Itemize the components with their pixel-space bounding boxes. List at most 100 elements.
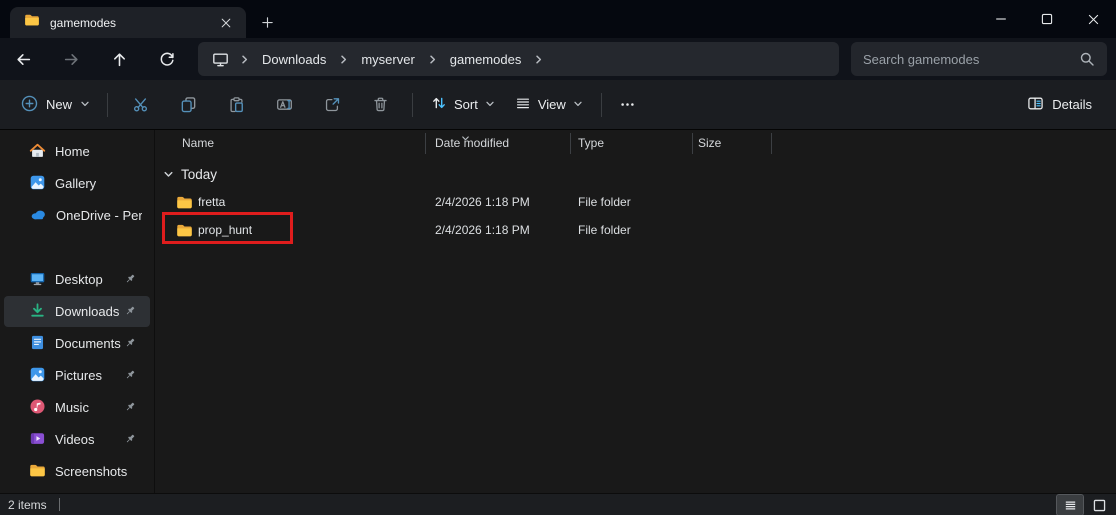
share-button[interactable] bbox=[312, 88, 352, 122]
minimize-button[interactable] bbox=[978, 0, 1024, 38]
pin-icon bbox=[123, 400, 137, 417]
chevron-down-icon bbox=[573, 97, 583, 112]
pin-icon bbox=[123, 304, 137, 321]
pin-icon bbox=[123, 272, 137, 289]
delete-button[interactable] bbox=[360, 88, 400, 122]
details-view-toggle[interactable] bbox=[1056, 494, 1084, 515]
documents-icon bbox=[29, 334, 46, 354]
group-label: Today bbox=[181, 166, 218, 182]
view-toggles bbox=[1056, 494, 1112, 515]
view-button-label: View bbox=[537, 97, 566, 112]
maximize-button[interactable] bbox=[1024, 0, 1070, 38]
sidebar-item-documents[interactable]: Documents bbox=[4, 328, 150, 359]
breadcrumb-myserver[interactable]: myserver bbox=[353, 48, 422, 71]
chevron-down-icon[interactable] bbox=[163, 169, 174, 180]
thumbnails-view-toggle[interactable] bbox=[1086, 495, 1112, 515]
sidebar-item-label: Documents bbox=[55, 336, 121, 351]
items-count: 2 items bbox=[8, 497, 47, 512]
chevron-down-icon bbox=[80, 97, 90, 112]
group-header-today[interactable]: Today bbox=[156, 162, 217, 186]
view-lines-icon bbox=[515, 95, 531, 114]
cut-button[interactable] bbox=[120, 88, 160, 122]
new-tab-button[interactable] bbox=[254, 9, 280, 35]
search-icon[interactable] bbox=[1079, 51, 1095, 67]
plus-circle-icon bbox=[21, 95, 38, 115]
new-button-label: New bbox=[46, 97, 73, 112]
sidebar-item-label: Desktop bbox=[55, 272, 103, 287]
tab-close-icon[interactable] bbox=[214, 12, 238, 34]
window-controls bbox=[978, 0, 1116, 38]
sidebar-item-label: Gallery bbox=[55, 176, 97, 191]
music-icon bbox=[29, 398, 46, 418]
file-row-prop-hunt[interactable]: prop_hunt 2/4/2026 1:18 PM File folder bbox=[156, 216, 1116, 244]
sort-button[interactable]: Sort bbox=[421, 88, 505, 121]
sidebar-item-label: Music bbox=[55, 400, 89, 415]
sort-direction-icon bbox=[461, 130, 470, 148]
back-button[interactable] bbox=[6, 42, 40, 76]
column-divider[interactable] bbox=[570, 133, 571, 154]
navigation-bar: Downloads myserver gamemodes bbox=[0, 38, 1116, 80]
file-date-modified: 2/4/2026 1:18 PM bbox=[435, 195, 530, 209]
file-name[interactable]: fretta bbox=[198, 188, 225, 216]
more-options-button[interactable] bbox=[610, 88, 646, 122]
command-toolbar: New Sort View Details bbox=[0, 80, 1116, 130]
toolbar-divider bbox=[600, 92, 602, 117]
tab-gamemodes[interactable]: gamemodes bbox=[10, 7, 246, 38]
sidebar-item-label: Downloads bbox=[55, 304, 120, 319]
column-header-size[interactable]: Size bbox=[698, 130, 721, 156]
column-divider[interactable] bbox=[425, 133, 426, 154]
status-bar: 2 items bbox=[0, 493, 1116, 515]
column-divider[interactable] bbox=[771, 133, 772, 154]
paste-button[interactable] bbox=[216, 88, 256, 122]
sidebar-item-pictures[interactable]: Pictures bbox=[4, 360, 150, 391]
sidebar-item-label: OneDrive - Pers bbox=[56, 208, 142, 223]
up-button[interactable] bbox=[102, 42, 136, 76]
onedrive-cloud-icon bbox=[29, 205, 47, 226]
this-pc-monitor-icon[interactable] bbox=[206, 51, 235, 68]
chevron-right-icon bbox=[236, 54, 253, 65]
sidebar-item-label: Pictures bbox=[55, 368, 102, 383]
column-header-type[interactable]: Type bbox=[578, 130, 604, 156]
breadcrumb-downloads[interactable]: Downloads bbox=[254, 48, 334, 71]
column-divider[interactable] bbox=[692, 133, 693, 154]
file-type: File folder bbox=[578, 223, 631, 237]
column-header-date-modified[interactable]: Date modified bbox=[435, 130, 509, 156]
sidebar-item-screenshots[interactable]: Screenshots bbox=[4, 456, 150, 487]
new-button[interactable]: New bbox=[12, 88, 99, 122]
copy-button[interactable] bbox=[168, 88, 208, 122]
file-row-fretta[interactable]: fretta 2/4/2026 1:18 PM File folder bbox=[156, 188, 1116, 216]
file-name[interactable]: prop_hunt bbox=[198, 216, 252, 244]
forward-button[interactable] bbox=[54, 42, 88, 76]
pin-icon bbox=[123, 432, 137, 449]
refresh-button[interactable] bbox=[150, 42, 184, 76]
view-button[interactable]: View bbox=[505, 88, 593, 121]
chevron-right-icon bbox=[424, 54, 441, 65]
toolbar-divider bbox=[107, 92, 109, 117]
statusbar-divider bbox=[58, 498, 60, 511]
details-pane-button[interactable]: Details bbox=[1019, 88, 1100, 122]
search-input[interactable] bbox=[863, 51, 1079, 67]
sidebar-item-videos[interactable]: Videos bbox=[4, 424, 150, 455]
file-explorer-window: gamemodes Downloads myserver gamemodes S… bbox=[0, 0, 1116, 515]
pictures-icon bbox=[29, 366, 46, 386]
address-bar[interactable]: Downloads myserver gamemodes bbox=[198, 42, 839, 76]
sidebar-item-desktop[interactable]: Desktop bbox=[4, 264, 150, 295]
column-header-name[interactable]: Name bbox=[182, 130, 214, 156]
folder-icon bbox=[176, 194, 193, 214]
content-area: Home Gallery OneDrive - Pers Desktop Dow… bbox=[0, 130, 1116, 493]
sidebar-item-home[interactable]: Home bbox=[4, 136, 150, 167]
sidebar-item-label: Home bbox=[55, 144, 90, 159]
home-icon bbox=[29, 142, 46, 162]
close-button[interactable] bbox=[1070, 0, 1116, 38]
sidebar-item-label: Screenshots bbox=[55, 464, 128, 479]
gallery-icon bbox=[29, 174, 46, 194]
rename-button[interactable] bbox=[264, 88, 304, 122]
file-type: File folder bbox=[578, 195, 631, 209]
sidebar-item-onedrive[interactable]: OneDrive - Pers bbox=[4, 200, 150, 231]
sidebar-item-downloads[interactable]: Downloads bbox=[4, 296, 150, 327]
sidebar-item-music[interactable]: Music bbox=[4, 392, 150, 423]
chevron-right-icon bbox=[530, 54, 547, 65]
desktop-icon bbox=[29, 270, 46, 290]
sidebar-item-gallery[interactable]: Gallery bbox=[4, 168, 150, 199]
breadcrumb-gamemodes[interactable]: gamemodes bbox=[442, 48, 530, 71]
